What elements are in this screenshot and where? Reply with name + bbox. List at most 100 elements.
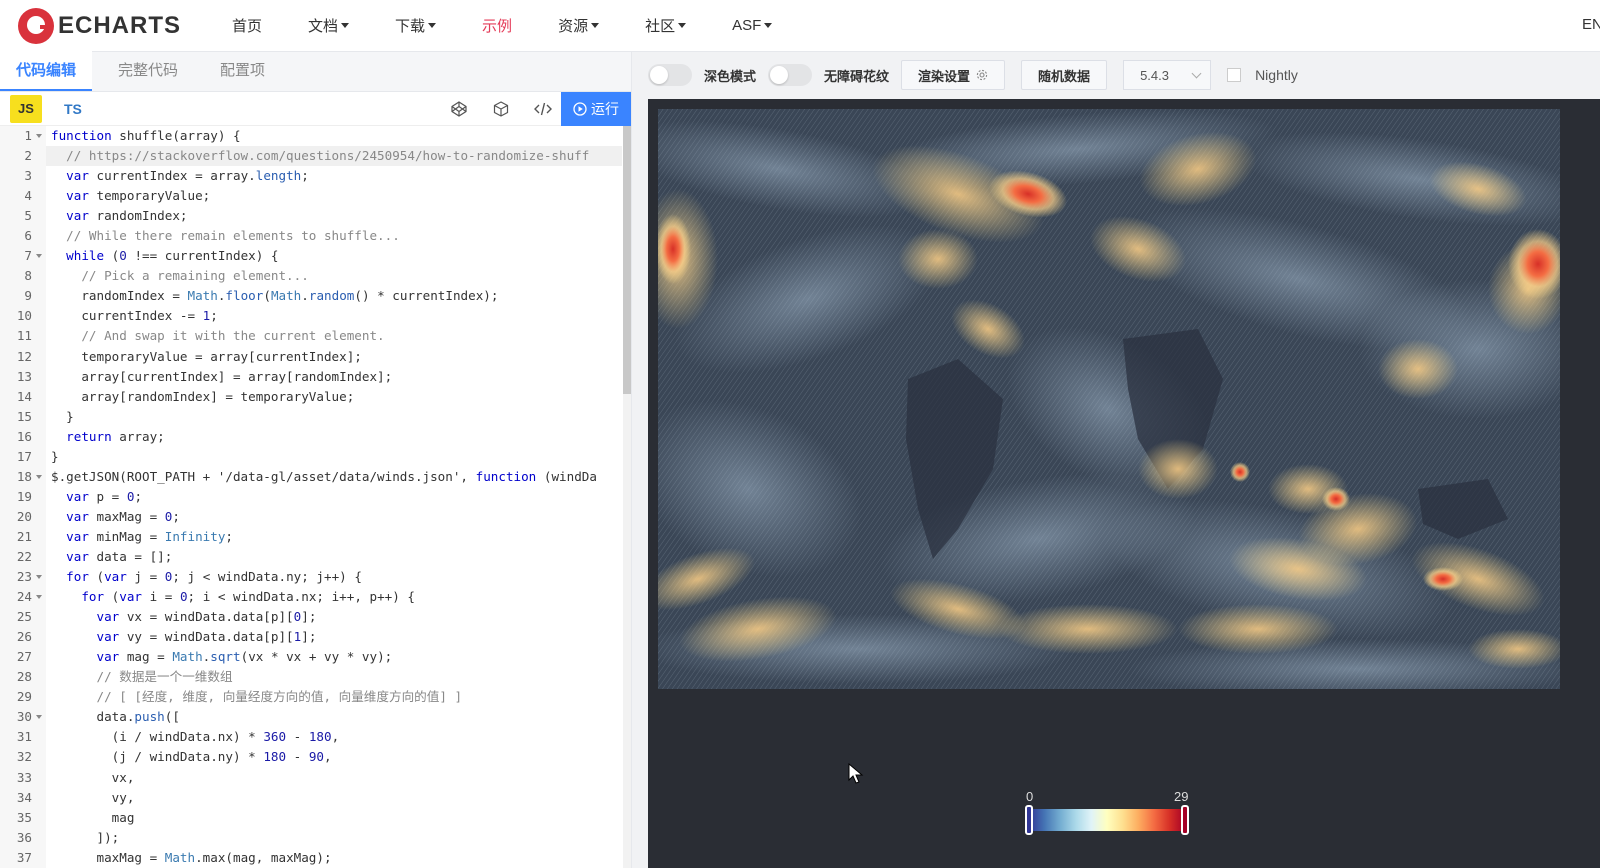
nav-item-1[interactable]: 文档	[308, 15, 350, 36]
preview-toolbar: 深色模式 无障碍花纹 渲染设置 随机数据 5.4.3 Nightly	[632, 52, 1600, 98]
line-number: 35	[0, 807, 46, 828]
code-line[interactable]: 1 function shuffle(array) {	[0, 126, 622, 147]
nav-item-label: 文档	[308, 18, 339, 35]
code-line[interactable]: 37 maxMag = Math.max(mag, maxMag);	[0, 847, 622, 868]
visual-map-gradient-bar[interactable]	[1029, 809, 1185, 831]
code-line[interactable]: 23 for (var j = 0; j < windData.ny; j++)…	[0, 567, 622, 588]
fold-arrow-icon[interactable]	[36, 474, 42, 479]
code-line[interactable]: 32 (j / windData.ny) * 180 - 90,	[0, 747, 622, 768]
visual-map[interactable]: 0 29	[1024, 789, 1194, 839]
code-text: randomIndex = Math.floor(Math.random() *…	[51, 288, 499, 304]
fold-arrow-icon[interactable]	[36, 254, 42, 259]
echarts-logo[interactable]: ECHARTS	[18, 6, 194, 46]
code-line[interactable]: 16 return array;	[0, 426, 622, 447]
code-line[interactable]: 34 vy,	[0, 787, 622, 808]
random-data-button[interactable]: 随机数据	[1021, 60, 1108, 90]
line-number-text: 14	[16, 388, 32, 404]
line-number: 1	[0, 126, 46, 147]
code-line[interactable]: 30 data.push([	[0, 707, 622, 728]
code-scrollbar[interactable]	[623, 126, 631, 868]
lang-js-button[interactable]: JS	[10, 94, 42, 123]
nav-item-6[interactable]: ASF	[732, 15, 773, 36]
code-line[interactable]: 20 var maxMag = 0;	[0, 506, 622, 527]
chart-canvas[interactable]: 0 29	[648, 99, 1600, 868]
code-scrollbar-thumb[interactable]	[623, 126, 631, 394]
code-line[interactable]: 7 while (0 !== currentIndex) {	[0, 246, 622, 267]
code-area[interactable]: 1 function shuffle(array) {2 // https://s…	[0, 126, 622, 868]
nav-item-2[interactable]: 下载	[395, 15, 437, 36]
fold-arrow-icon[interactable]	[36, 595, 42, 600]
line-number: 8	[0, 266, 46, 287]
code-line[interactable]: 29 // [ [经度, 维度, 向量经度方向的值, 向量维度方向的值] ]	[0, 687, 622, 708]
nightly-checkbox[interactable]	[1227, 68, 1242, 82]
code-line[interactable]: 11 // And swap it with the current eleme…	[0, 326, 622, 347]
run-button[interactable]: 运行	[561, 92, 631, 126]
render-settings-button[interactable]: 渲染设置	[901, 60, 1006, 90]
nav-item-5[interactable]: 社区	[645, 15, 687, 36]
nav-item-0[interactable]: 首页	[232, 15, 262, 36]
random-data-label: 随机数据	[1038, 68, 1091, 84]
code-line[interactable]: 2 // https://stackoverflow.com/questions…	[0, 146, 622, 167]
code-text: (i / windData.nx) * 360 - 180,	[51, 729, 340, 745]
dark-mode-toggle[interactable]	[648, 64, 692, 86]
visual-map-max-handle[interactable]	[1181, 805, 1189, 835]
aria-decal-label: 无障碍花纹	[824, 68, 890, 84]
code-line[interactable]: 25 var vx = windData.data[p][0];	[0, 607, 622, 628]
fold-arrow-icon[interactable]	[36, 715, 42, 720]
code-line[interactable]: 18 $.getJSON(ROOT_PATH + '/data-gl/asset/…	[0, 466, 622, 487]
lang-ts-button[interactable]: TS	[64, 101, 82, 117]
line-number: 30	[0, 707, 46, 728]
codesandbox-icon[interactable]	[491, 99, 511, 119]
line-number-text: 12	[16, 348, 32, 364]
editor-tab-2[interactable]: 配置项	[204, 51, 281, 91]
nav-item-4[interactable]: 资源	[558, 15, 600, 36]
codepen-icon[interactable]	[449, 99, 469, 119]
line-number: 23	[0, 567, 46, 588]
fold-arrow-icon[interactable]	[36, 134, 42, 138]
code-line[interactable]: 12 temporaryValue = array[currentIndex];	[0, 346, 622, 367]
editor-tab-1[interactable]: 完整代码	[102, 51, 194, 91]
aria-decal-toggle[interactable]	[768, 64, 813, 86]
code-line[interactable]: 8 // Pick a remaining element...	[0, 266, 622, 287]
code-line[interactable]: 31 (i / windData.nx) * 360 - 180,	[0, 727, 622, 748]
fold-arrow-icon[interactable]	[36, 575, 42, 580]
code-text: maxMag = Math.max(mag, maxMag);	[51, 849, 332, 865]
code-line[interactable]: 21 var minMag = Infinity;	[0, 526, 622, 547]
visual-map-min-label: 0	[1026, 789, 1034, 804]
code-line[interactable]: 28 // 数据是一个一维数组	[0, 667, 622, 688]
code-line[interactable]: 26 var vy = windData.data[p][1];	[0, 627, 622, 648]
code-line[interactable]: 4 var temporaryValue;	[0, 186, 622, 207]
code-line[interactable]: 9 randomIndex = Math.floor(Math.random()…	[0, 286, 622, 307]
code-line[interactable]: 24 for (var i = 0; i < windData.nx; i++,…	[0, 587, 622, 608]
code-line[interactable]: 19 var p = 0;	[0, 486, 622, 507]
line-number: 5	[0, 206, 46, 227]
code-line[interactable]: 3 var currentIndex = array.length;	[0, 166, 622, 187]
code-line[interactable]: 15 }	[0, 406, 622, 427]
nav-item-3[interactable]: 示例	[482, 15, 512, 36]
line-number-text: 29	[16, 689, 32, 705]
caret-down-icon	[341, 23, 350, 28]
code-icon[interactable]	[533, 99, 553, 119]
code-line[interactable]: 22 var data = [];	[0, 546, 622, 568]
code-line[interactable]: 27 var mag = Math.sqrt(vx * vx + vy * vy…	[0, 647, 622, 668]
language-switch[interactable]: EN	[1582, 16, 1600, 33]
code-text: (j / windData.ny) * 180 - 90,	[51, 749, 332, 765]
line-number-text: 2	[24, 148, 32, 164]
code-line[interactable]: 10 currentIndex -= 1;	[0, 306, 622, 327]
wind-strong-area	[1178, 604, 1338, 654]
code-line[interactable]: 5 var randomIndex;	[0, 206, 622, 227]
code-line[interactable]: 14 array[randomIndex] = temporaryValue;	[0, 386, 622, 407]
code-text: // https://stackoverflow.com/questions/2…	[66, 148, 590, 164]
code-line[interactable]: 33 vx,	[0, 767, 622, 788]
code-line[interactable]: 17}	[0, 446, 622, 467]
code-line[interactable]: 35 mag	[0, 807, 622, 828]
line-number-text: 13	[16, 368, 32, 384]
code-line[interactable]: 36 ]);	[0, 827, 622, 848]
version-select[interactable]: 5.4.3	[1123, 60, 1212, 90]
code-line[interactable]: 6 // While there remain elements to shuf…	[0, 226, 622, 247]
code-line[interactable]: 13 array[currentIndex] = array[randomInd…	[0, 366, 622, 387]
visual-map-min-handle[interactable]	[1025, 805, 1033, 835]
editor-tab-0[interactable]: 代码编辑	[0, 51, 93, 91]
line-number-text: 5	[24, 208, 32, 224]
code-text: var temporaryValue;	[66, 188, 211, 204]
